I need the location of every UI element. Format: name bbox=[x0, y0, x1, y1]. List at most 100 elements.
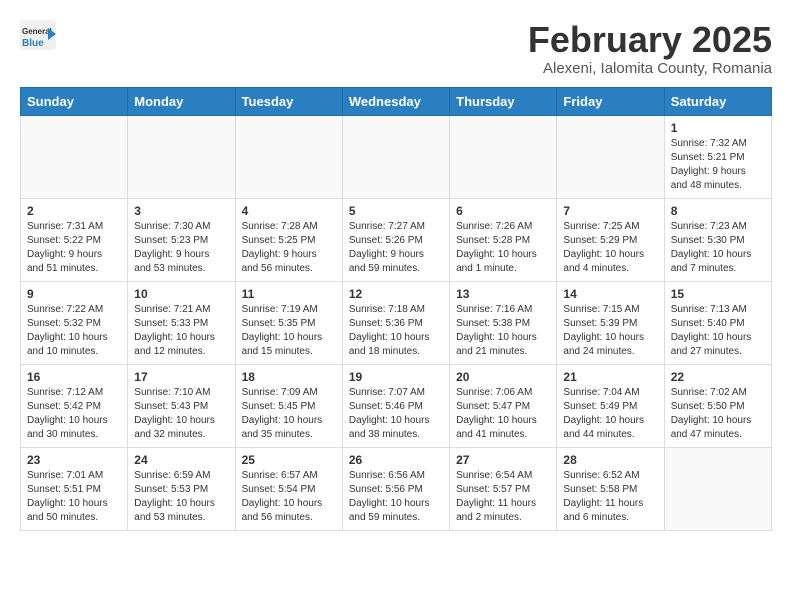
title-block: February 2025 Alexeni, Ialomita County, … bbox=[528, 20, 772, 77]
day-number: 18 bbox=[242, 370, 336, 384]
calendar-cell: 8Sunrise: 7:23 AM Sunset: 5:30 PM Daylig… bbox=[664, 198, 771, 281]
calendar-cell: 10 Sunrise: 7:21 AM Sunset: 5:33 PM Dayli… bbox=[128, 281, 235, 364]
day-info: Sunrise: 7:26 AM Sunset: 5:28 PM Dayligh… bbox=[456, 220, 550, 276]
day-info: Sunrise: 7:28 AM Sunset: 5:25 PM Dayligh… bbox=[242, 220, 336, 276]
day-info: Sunrise: 6:56 AM Sunset: 5:56 PM Dayligh… bbox=[349, 469, 443, 525]
week-row-1: 1 Sunrise: 7:32 AM Sunset: 5:21 PM Daylig… bbox=[21, 115, 772, 198]
week-row-5: 23Sunrise: 7:01 AM Sunset: 5:51 PM Dayli… bbox=[21, 447, 772, 530]
weekday-saturday: Saturday bbox=[664, 87, 771, 115]
calendar-cell: 23Sunrise: 7:01 AM Sunset: 5:51 PM Dayli… bbox=[21, 447, 128, 530]
day-info: Sunrise: 7:27 AM Sunset: 5:26 PM Dayligh… bbox=[349, 220, 443, 276]
calendar-cell: 13 Sunrise: 7:16 AM Sunset: 5:38 PM Dayli… bbox=[450, 281, 557, 364]
calendar-cell bbox=[235, 115, 342, 198]
day-info: Sunrise: 7:16 AM Sunset: 5:38 PM Dayligh… bbox=[456, 303, 550, 359]
day-number: 12 bbox=[349, 287, 443, 301]
day-info: Sunrise: 7:06 AM Sunset: 5:47 PM Dayligh… bbox=[456, 386, 550, 442]
calendar-cell: 12 Sunrise: 7:18 AM Sunset: 5:36 PM Dayli… bbox=[342, 281, 449, 364]
day-number: 22 bbox=[671, 370, 765, 384]
calendar-cell: 27 Sunrise: 6:54 AM Sunset: 5:57 PM Dayli… bbox=[450, 447, 557, 530]
day-number: 16 bbox=[27, 370, 121, 384]
day-number: 19 bbox=[349, 370, 443, 384]
day-info: Sunrise: 7:02 AM Sunset: 5:50 PM Dayligh… bbox=[671, 386, 765, 442]
day-info: Sunrise: 7:09 AM Sunset: 5:45 PM Dayligh… bbox=[242, 386, 336, 442]
day-number: 4 bbox=[242, 204, 336, 218]
day-number: 9 bbox=[27, 287, 121, 301]
day-number: 11 bbox=[242, 287, 336, 301]
day-number: 10 bbox=[134, 287, 228, 301]
calendar-cell: 2 Sunrise: 7:31 AM Sunset: 5:22 PM Daylig… bbox=[21, 198, 128, 281]
day-number: 24 bbox=[134, 453, 228, 467]
calendar-cell: 6Sunrise: 7:26 AM Sunset: 5:28 PM Daylig… bbox=[450, 198, 557, 281]
day-info: Sunrise: 7:23 AM Sunset: 5:30 PM Dayligh… bbox=[671, 220, 765, 276]
calendar-cell: 20Sunrise: 7:06 AM Sunset: 5:47 PM Dayli… bbox=[450, 364, 557, 447]
calendar-cell: 26Sunrise: 6:56 AM Sunset: 5:56 PM Dayli… bbox=[342, 447, 449, 530]
day-number: 3 bbox=[134, 204, 228, 218]
day-info: Sunrise: 7:13 AM Sunset: 5:40 PM Dayligh… bbox=[671, 303, 765, 359]
day-number: 2 bbox=[27, 204, 121, 218]
week-row-3: 9 Sunrise: 7:22 AM Sunset: 5:32 PM Daylig… bbox=[21, 281, 772, 364]
day-number: 1 bbox=[671, 121, 765, 135]
calendar-cell bbox=[450, 115, 557, 198]
logo-icon: General Blue bbox=[20, 20, 56, 50]
calendar-cell: 19 Sunrise: 7:07 AM Sunset: 5:46 PM Dayli… bbox=[342, 364, 449, 447]
day-number: 13 bbox=[456, 287, 550, 301]
weekday-friday: Friday bbox=[557, 87, 664, 115]
calendar-cell: 5 Sunrise: 7:27 AM Sunset: 5:26 PM Daylig… bbox=[342, 198, 449, 281]
day-number: 15 bbox=[671, 287, 765, 301]
day-info: Sunrise: 7:10 AM Sunset: 5:43 PM Dayligh… bbox=[134, 386, 228, 442]
day-number: 5 bbox=[349, 204, 443, 218]
calendar-cell bbox=[664, 447, 771, 530]
calendar-cell: 3 Sunrise: 7:30 AM Sunset: 5:23 PM Daylig… bbox=[128, 198, 235, 281]
week-row-4: 16Sunrise: 7:12 AM Sunset: 5:42 PM Dayli… bbox=[21, 364, 772, 447]
day-info: Sunrise: 7:19 AM Sunset: 5:35 PM Dayligh… bbox=[242, 303, 336, 359]
day-info: Sunrise: 6:57 AM Sunset: 5:54 PM Dayligh… bbox=[242, 469, 336, 525]
weekday-wednesday: Wednesday bbox=[342, 87, 449, 115]
day-info: Sunrise: 7:21 AM Sunset: 5:33 PM Dayligh… bbox=[134, 303, 228, 359]
day-number: 17 bbox=[134, 370, 228, 384]
calendar-cell: 24 Sunrise: 6:59 AM Sunset: 5:53 PM Dayli… bbox=[128, 447, 235, 530]
day-info: Sunrise: 7:04 AM Sunset: 5:49 PM Dayligh… bbox=[563, 386, 657, 442]
page-header: General Blue February 2025 Alexeni, Ialo… bbox=[20, 20, 772, 77]
day-number: 25 bbox=[242, 453, 336, 467]
svg-text:Blue: Blue bbox=[22, 38, 44, 49]
weekday-monday: Monday bbox=[128, 87, 235, 115]
day-info: Sunrise: 7:32 AM Sunset: 5:21 PM Dayligh… bbox=[671, 137, 765, 193]
day-number: 14 bbox=[563, 287, 657, 301]
svg-text:General: General bbox=[22, 27, 52, 36]
calendar-cell: 21 Sunrise: 7:04 AM Sunset: 5:49 PM Dayli… bbox=[557, 364, 664, 447]
day-info: Sunrise: 7:25 AM Sunset: 5:29 PM Dayligh… bbox=[563, 220, 657, 276]
calendar-cell: 17 Sunrise: 7:10 AM Sunset: 5:43 PM Dayli… bbox=[128, 364, 235, 447]
calendar-cell: 18 Sunrise: 7:09 AM Sunset: 5:45 PM Dayli… bbox=[235, 364, 342, 447]
day-info: Sunrise: 7:31 AM Sunset: 5:22 PM Dayligh… bbox=[27, 220, 121, 276]
calendar-cell: 9 Sunrise: 7:22 AM Sunset: 5:32 PM Daylig… bbox=[21, 281, 128, 364]
day-number: 27 bbox=[456, 453, 550, 467]
calendar-cell bbox=[128, 115, 235, 198]
weekday-header-row: SundayMondayTuesdayWednesdayThursdayFrid… bbox=[21, 87, 772, 115]
logo: General Blue bbox=[20, 20, 56, 50]
day-info: Sunrise: 7:01 AM Sunset: 5:51 PM Dayligh… bbox=[27, 469, 121, 525]
calendar-title: February 2025 bbox=[528, 20, 772, 60]
day-number: 7 bbox=[563, 204, 657, 218]
day-info: Sunrise: 7:18 AM Sunset: 5:36 PM Dayligh… bbox=[349, 303, 443, 359]
day-number: 28 bbox=[563, 453, 657, 467]
calendar-cell: 1 Sunrise: 7:32 AM Sunset: 5:21 PM Daylig… bbox=[664, 115, 771, 198]
calendar-cell bbox=[21, 115, 128, 198]
calendar-cell: 14 Sunrise: 7:15 AM Sunset: 5:39 PM Dayli… bbox=[557, 281, 664, 364]
calendar-cell: 25 Sunrise: 6:57 AM Sunset: 5:54 PM Dayli… bbox=[235, 447, 342, 530]
week-row-2: 2 Sunrise: 7:31 AM Sunset: 5:22 PM Daylig… bbox=[21, 198, 772, 281]
day-number: 21 bbox=[563, 370, 657, 384]
day-info: Sunrise: 6:59 AM Sunset: 5:53 PM Dayligh… bbox=[134, 469, 228, 525]
day-info: Sunrise: 7:07 AM Sunset: 5:46 PM Dayligh… bbox=[349, 386, 443, 442]
calendar-cell bbox=[342, 115, 449, 198]
calendar-cell: 11 Sunrise: 7:19 AM Sunset: 5:35 PM Dayli… bbox=[235, 281, 342, 364]
day-info: Sunrise: 7:15 AM Sunset: 5:39 PM Dayligh… bbox=[563, 303, 657, 359]
day-info: Sunrise: 6:52 AM Sunset: 5:58 PM Dayligh… bbox=[563, 469, 657, 525]
day-info: Sunrise: 7:30 AM Sunset: 5:23 PM Dayligh… bbox=[134, 220, 228, 276]
weekday-tuesday: Tuesday bbox=[235, 87, 342, 115]
calendar-cell: 22 Sunrise: 7:02 AM Sunset: 5:50 PM Dayli… bbox=[664, 364, 771, 447]
weekday-sunday: Sunday bbox=[21, 87, 128, 115]
calendar-table: SundayMondayTuesdayWednesdayThursdayFrid… bbox=[20, 87, 772, 531]
calendar-cell: 7 Sunrise: 7:25 AM Sunset: 5:29 PM Daylig… bbox=[557, 198, 664, 281]
day-info: Sunrise: 6:54 AM Sunset: 5:57 PM Dayligh… bbox=[456, 469, 550, 525]
day-info: Sunrise: 7:22 AM Sunset: 5:32 PM Dayligh… bbox=[27, 303, 121, 359]
